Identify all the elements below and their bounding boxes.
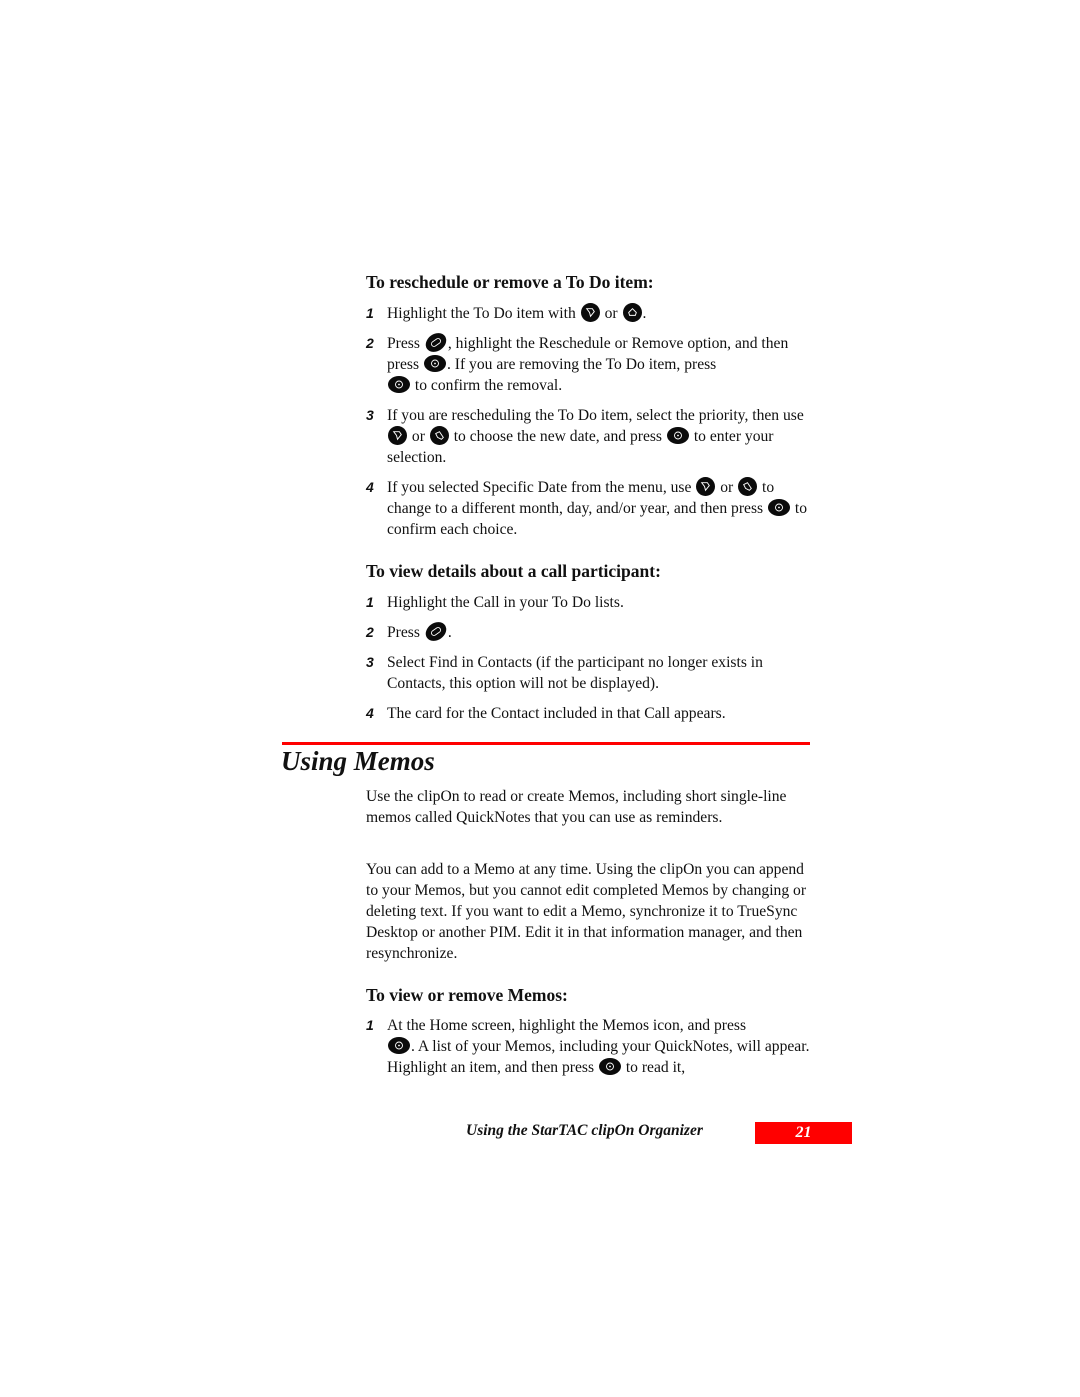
step-text-part: or: [720, 479, 734, 496]
step-number: 1: [366, 305, 374, 321]
scroll-up-key-icon: [580, 303, 600, 322]
reschedule-step-1: 1 Highlight the To Do item with or .: [366, 303, 816, 324]
step-text-part: or: [604, 305, 618, 322]
call-step-3: 3 Select Find in Contacts (if the partic…: [366, 652, 816, 694]
view-remove-memos-heading: To view or remove Memos:: [366, 985, 568, 1005]
step-text: Select Find in Contacts (if the particip…: [387, 654, 763, 692]
step-number: 3: [366, 407, 374, 423]
reschedule-step-3: 3 If you are rescheduling the To Do item…: [366, 405, 816, 468]
step-text-part: .: [642, 305, 647, 322]
reschedule-step-4: 4 If you selected Specific Date from the…: [366, 477, 816, 540]
scroll-down-key-icon: [738, 477, 758, 496]
step-number: 4: [366, 479, 374, 495]
step-number: 2: [366, 624, 374, 640]
menu-key-icon: [421, 329, 450, 356]
select-key-icon: [768, 499, 790, 516]
step-text-part: At the Home screen, highlight the Memos …: [387, 1017, 747, 1034]
step-text-part: to confirm the removal.: [414, 377, 563, 394]
memos-intro-paragraph: Use the clipOn to read or create Memos, …: [366, 788, 787, 826]
select-key-icon: [388, 1037, 410, 1054]
select-key-icon: [423, 355, 446, 372]
step-text-part: If you selected Specific Date from the m…: [387, 479, 692, 496]
step-text: Highlight the To Do item with or .: [387, 303, 816, 324]
select-key-icon: [666, 427, 689, 444]
step-number: 3: [366, 654, 374, 670]
call-step-2: 2 Press .: [366, 618, 816, 645]
footer-title: Using the StarTAC clipOn Organizer: [466, 1122, 703, 1139]
step-number: 2: [366, 335, 374, 351]
step-text-part: If you are rescheduling the To Do item, …: [387, 407, 804, 424]
step-number: 1: [366, 594, 374, 610]
step-text: If you selected Specific Date from the m…: [387, 477, 816, 540]
page-number: 21: [755, 1122, 852, 1144]
step-text-part: . If you are removing the To Do item, pr…: [446, 356, 717, 373]
call-step-4: 4 The card for the Contact included in t…: [366, 703, 816, 724]
step-text-part: to read it,: [625, 1059, 686, 1076]
step-text: Highlight the Call in your To Do lists.: [387, 594, 624, 611]
step-text-part: Press: [387, 335, 420, 352]
step-number: 1: [366, 1017, 374, 1033]
scroll-down-key-icon: [429, 426, 449, 445]
step-text-part: or: [411, 428, 425, 445]
step-text-part: to choose the new date, and press: [453, 428, 663, 445]
select-key-icon: [598, 1058, 621, 1075]
step-text: The card for the Contact included in tha…: [387, 705, 726, 722]
select-key-icon: [388, 376, 410, 393]
step-text-part: Highlight the To Do item with: [387, 305, 576, 322]
reschedule-step-2: 2 Press , highlight the Reschedule or Re…: [366, 329, 816, 396]
step-number: 4: [366, 705, 374, 721]
step-text: If you are rescheduling the To Do item, …: [387, 405, 816, 468]
section-title: Using Memos: [281, 746, 435, 776]
step-text: At the Home screen, highlight the Memos …: [387, 1015, 816, 1078]
memos-editing-paragraph: You can add to a Memo at any time. Using…: [366, 861, 807, 962]
memos-step-1: 1 At the Home screen, highlight the Memo…: [366, 1015, 816, 1078]
step-text-part: Press: [387, 624, 420, 641]
scroll-up-key-icon: [388, 426, 407, 445]
scroll-up-key-icon: [696, 477, 716, 496]
scroll-down-key-icon: [622, 303, 642, 322]
menu-key-icon: [421, 618, 450, 645]
manual-page: To reschedule or remove a To Do item: 1 …: [0, 0, 1080, 1397]
call-participant-heading: To view details about a call participant…: [366, 561, 661, 581]
call-step-1: 1 Highlight the Call in your To Do lists…: [366, 592, 816, 613]
step-text: Press .: [387, 618, 816, 645]
section-divider: [282, 742, 810, 745]
reschedule-heading: To reschedule or remove a To Do item:: [366, 272, 654, 292]
step-text: Press , highlight the Reschedule or Remo…: [387, 329, 816, 396]
